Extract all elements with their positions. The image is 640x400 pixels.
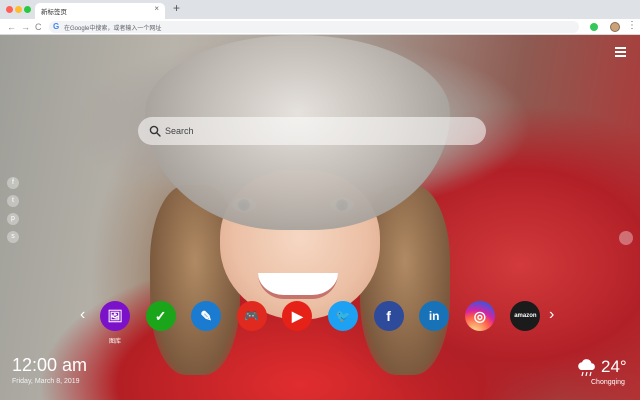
back-button[interactable]: ← [7, 21, 16, 33]
app-notes-icon[interactable]: ✎ [191, 301, 222, 331]
close-window-button[interactable] [6, 6, 13, 13]
instagram-glyph: ◎ [473, 307, 486, 324]
share-icon[interactable]: s [7, 231, 19, 243]
browser-menu-icon[interactable]: ⋮ [627, 20, 637, 32]
tab-new-tab[interactable]: 新标签页 × [35, 3, 165, 19]
tab-title: 新标签页 [41, 9, 67, 16]
reload-button[interactable]: C [35, 21, 42, 33]
twitter-glyph: 🐦 [335, 309, 351, 323]
extension-icon[interactable] [590, 23, 598, 31]
new-tab-page: f t p s ‹ › 🖼 ✓ ✎ 🎮 ▶ 🐦 f in ◎ amazon 图库 12:00 am… [0, 35, 640, 400]
tab-close-icon[interactable]: × [154, 5, 159, 13]
facebook-icon[interactable]: f [7, 177, 19, 189]
app-games-icon[interactable]: 🎮 [236, 301, 267, 331]
linkedin-glyph: in [428, 309, 440, 323]
clock-time: 12:00 am [12, 355, 88, 375]
hamburger-menu-icon[interactable] [615, 47, 626, 57]
app-linkedin-icon[interactable]: in [419, 301, 450, 331]
app-instagram-icon[interactable]: ◎ [464, 301, 495, 331]
twitter-icon[interactable]: t [7, 195, 19, 207]
youtube-glyph: ▶ [292, 307, 303, 324]
app-amazon-icon[interactable]: amazon [510, 301, 541, 331]
dock-next-arrow[interactable]: › [549, 305, 554, 325]
weather-temperature: 24° [601, 357, 627, 376]
search-input[interactable] [165, 123, 465, 139]
tasks-glyph: ✓ [154, 307, 167, 324]
cloud-rain-icon [578, 359, 595, 377]
address-bar[interactable]: G 在Google中搜索，或者输入一个网址 [49, 21, 579, 33]
app-tasks-icon[interactable]: ✓ [145, 301, 176, 331]
browser-toolbar: ← → C G 在Google中搜索，或者输入一个网址 ⋮ [0, 19, 640, 35]
tab-strip: 新标签页 × + [0, 0, 640, 19]
google-icon: G [53, 22, 60, 31]
notes-glyph: ✎ [200, 307, 213, 324]
maximize-window-button[interactable] [24, 6, 31, 13]
dock-prev-arrow[interactable]: ‹ [80, 305, 85, 325]
new-tab-button[interactable]: + [173, 2, 180, 14]
amazon-glyph: amazon [514, 313, 537, 319]
app-facebook-icon[interactable]: f [373, 301, 404, 331]
settings-badge-icon[interactable] [619, 231, 633, 245]
games-glyph: 🎮 [244, 309, 260, 323]
search-bar[interactable] [138, 117, 486, 145]
gallery-glyph: 🖼 [107, 309, 123, 323]
app-gallery-icon[interactable]: 🖼 [100, 301, 130, 331]
profile-avatar[interactable] [610, 22, 620, 32]
clock-date: Friday, March 8, 2019 [12, 378, 80, 385]
minimize-window-button[interactable] [15, 6, 22, 13]
search-icon [149, 125, 161, 137]
address-placeholder: 在Google中搜索，或者输入一个网址 [64, 26, 162, 32]
pinterest-icon[interactable]: p [7, 213, 19, 225]
facebook-glyph: f [386, 308, 391, 324]
app-twitter-icon[interactable]: 🐦 [328, 301, 358, 331]
weather-city: Chongqing [591, 379, 625, 386]
forward-button[interactable]: → [21, 21, 30, 33]
app-youtube-icon[interactable]: ▶ [282, 301, 313, 331]
gallery-label: 图库 [108, 339, 121, 345]
